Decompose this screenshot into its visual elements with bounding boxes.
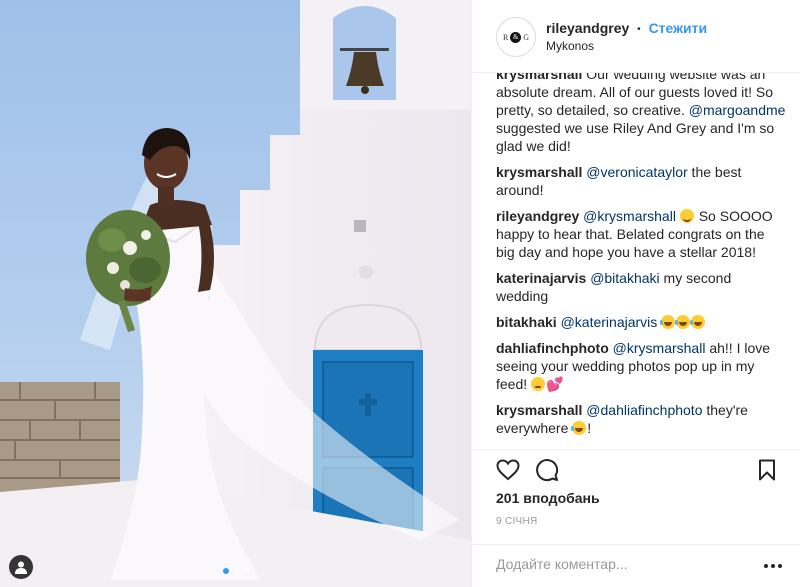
heart-emoji-icon: 💕	[546, 376, 564, 392]
username-link[interactable]: rileyandgrey	[546, 20, 629, 36]
mention-link[interactable]: @dahliafinchphoto	[586, 402, 702, 418]
person-tag-icon[interactable]	[9, 555, 33, 579]
mention-link[interactable]: @veronicataylor	[586, 164, 687, 180]
comment-author-link[interactable]: dahliafinchphoto	[496, 340, 609, 356]
more-options-icon[interactable]	[761, 555, 785, 577]
action-bar: 201 вподобань 9 СІЧНЯ	[472, 449, 800, 544]
separator-dot: •	[637, 24, 641, 35]
comment-item: krysmarshall @veronicataylor the best ar…	[496, 163, 786, 199]
comment-text: !	[587, 420, 592, 436]
comment-author-link[interactable]: rileyandgrey	[496, 208, 579, 224]
user-line: rileyandgrey • Стежити	[546, 20, 707, 36]
laugh-emoji-icon	[660, 315, 676, 329]
comment-item: bitakhaki @katerinajarvis	[496, 313, 786, 331]
heart-outline-icon[interactable]	[494, 456, 522, 484]
add-comment-section	[472, 544, 800, 587]
carousel-dot[interactable]	[232, 568, 239, 574]
comment-item: rileyandgrey @krysmarshall So SOOOO happ…	[496, 207, 786, 261]
comment-input[interactable]	[496, 553, 746, 575]
comment-bubble-icon[interactable]	[533, 456, 561, 484]
mention-link[interactable]: @margoandme	[689, 102, 786, 118]
laugh-emoji-icon	[690, 315, 706, 329]
laugh-emoji-icon	[675, 315, 691, 329]
post-date: 9 СІЧНЯ	[496, 516, 538, 527]
comment-item: dahliafinchphoto @krysmarshall ah!! I lo…	[496, 339, 786, 393]
comments-list[interactable]: krysmarshall Our wedding website was an …	[472, 73, 800, 449]
comment-author-link[interactable]: bitakhaki	[496, 314, 557, 330]
laugh-emoji-icon	[571, 421, 587, 435]
post-photo[interactable]	[0, 0, 471, 587]
post-side-panel: R & G rileyandgrey • Стежити Mykonos kry…	[471, 0, 800, 587]
mention-link[interactable]: @krysmarshall	[613, 340, 706, 356]
mention-link[interactable]: @bitakhaki	[590, 270, 659, 286]
comment-item: krysmarshall @dahliafinchphoto they're e…	[496, 401, 786, 437]
follow-button[interactable]: Стежити	[649, 20, 708, 36]
wedding-photo-image	[0, 0, 471, 587]
mention-link[interactable]: @katerinajarvis	[561, 314, 658, 330]
comment-author-link[interactable]: katerinajarvis	[496, 270, 586, 286]
avatar-letter: R	[502, 32, 509, 42]
post-header: R & G rileyandgrey • Стежити Mykonos	[472, 0, 800, 73]
carousel-dot[interactable]	[222, 568, 229, 574]
comment-author-link[interactable]: krysmarshall	[496, 402, 582, 418]
carousel-dot[interactable]	[242, 568, 249, 574]
comment-item: katerinajarvis @bitakhaki my second wedd…	[496, 269, 786, 305]
mention-link[interactable]: @krysmarshall	[583, 208, 676, 224]
bookmark-icon[interactable]	[753, 456, 781, 484]
comment-text: suggested we use Riley And Grey and I'm …	[496, 120, 775, 154]
avatar-letter: G	[523, 32, 530, 42]
comment-author-link[interactable]: krysmarshall	[496, 73, 582, 82]
likes-count[interactable]: 201 вподобань	[496, 490, 600, 506]
worried-emoji-icon	[531, 377, 546, 391]
avatar-letter: &	[510, 31, 522, 43]
avatar[interactable]: R & G	[496, 17, 536, 57]
blush-emoji-icon	[679, 209, 694, 223]
comment-author-link[interactable]: krysmarshall	[496, 164, 582, 180]
location-link[interactable]: Mykonos	[546, 39, 594, 53]
comments-scroll-area: krysmarshall Our wedding website was an …	[496, 73, 786, 445]
carousel-indicator	[0, 568, 471, 574]
comment-item: krysmarshall Our wedding website was an …	[496, 73, 786, 155]
